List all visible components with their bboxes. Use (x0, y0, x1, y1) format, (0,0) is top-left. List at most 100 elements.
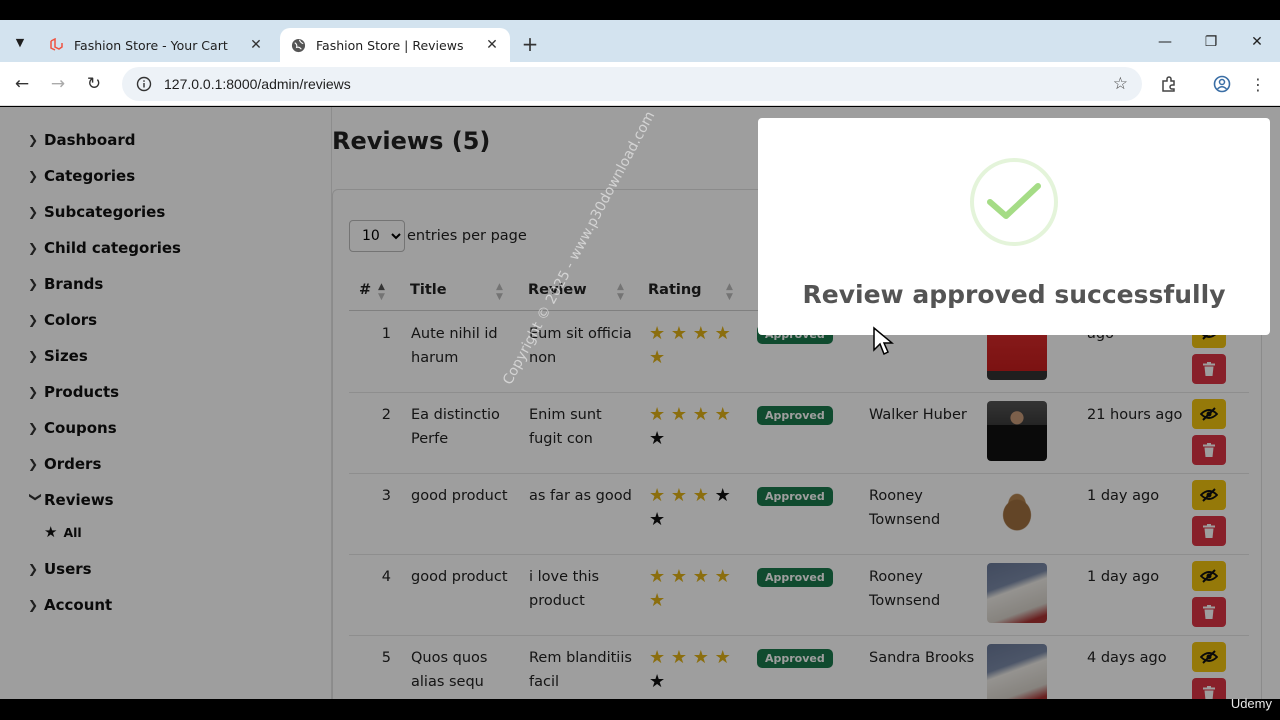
sidebar-item-sizes[interactable]: ❯ Sizes (28, 344, 88, 368)
sidebar-item-users[interactable]: ❯ Users (28, 557, 92, 581)
star-icon: ★ (714, 485, 731, 506)
entries-label: entries per page (407, 228, 527, 244)
menu-kebab-icon[interactable]: ⋮ (1246, 72, 1270, 96)
star-icon: ★ (714, 404, 731, 425)
tab-cart[interactable]: Fashion Store - Your Cart ✕ (38, 28, 274, 62)
product-thumbnail (987, 482, 1047, 542)
back-icon[interactable]: ← (10, 72, 34, 96)
sidebar-sub-all-reviews[interactable]: ★ All (44, 522, 82, 542)
sidebar-item-brands[interactable]: ❯ Brands (28, 272, 103, 296)
star-icon: ★ (649, 404, 666, 425)
col-header-num[interactable]: # (359, 278, 371, 302)
trash-icon (1203, 524, 1215, 538)
forward-icon[interactable]: → (46, 72, 70, 96)
product-thumbnail (987, 401, 1047, 461)
url-text: 127.0.0.1:8000/admin/reviews (164, 76, 351, 92)
col-header-rating[interactable]: Rating (648, 278, 702, 302)
row-number: 1 (381, 326, 391, 342)
star-icon: ★ (649, 428, 666, 449)
entries-per-page-select[interactable]: 10 (349, 220, 405, 252)
sidebar-item-products[interactable]: ❯ Products (28, 380, 119, 404)
chevron-down-icon: ❯ (29, 492, 43, 503)
sidebar-item-categories[interactable]: ❯ Categories (28, 164, 135, 188)
tab-close-icon[interactable]: ✕ (248, 37, 264, 53)
hide-review-button[interactable] (1192, 480, 1226, 510)
profile-icon[interactable] (1210, 72, 1234, 96)
table-row: 3 good product as far as good ★ ★ ★ ★ ★ Appr… (349, 474, 1249, 555)
review-text: Eum sit officia non (529, 326, 632, 366)
close-window-icon[interactable]: ✕ (1242, 30, 1272, 54)
star-icon: ★ (649, 509, 666, 530)
tab-reviews[interactable]: Fashion Store | Reviews ✕ (280, 28, 510, 62)
delete-review-button[interactable] (1192, 354, 1226, 384)
sidebar-item-colors[interactable]: ❯ Colors (28, 308, 97, 332)
sort-icon: ▼ (496, 292, 503, 302)
minimize-icon[interactable]: — (1150, 30, 1180, 54)
review-date: 21 hours ago (1087, 407, 1183, 423)
restore-icon[interactable]: ❐ (1196, 30, 1226, 54)
star-icon: ★ (670, 647, 688, 668)
product-thumbnail (987, 644, 1047, 699)
star-icon: ★ (670, 566, 688, 587)
success-dialog: Review approved successfully (758, 118, 1270, 335)
laravel-icon (48, 37, 64, 53)
review-title: Ea distinctio Perfe (411, 407, 500, 447)
trash-icon (1203, 362, 1215, 376)
eye-slash-icon (1200, 407, 1218, 421)
tab-close-icon[interactable]: ✕ (484, 37, 500, 53)
hide-review-button[interactable] (1192, 642, 1226, 672)
hide-review-button[interactable] (1192, 399, 1226, 429)
reload-icon[interactable]: ↻ (82, 72, 106, 96)
sidebar-item-dashboard[interactable]: ❯ Dashboard (28, 128, 135, 152)
sort-icon: ▼ (617, 292, 624, 302)
sidebar-item-subcategories[interactable]: ❯ Subcategories (28, 200, 165, 224)
site-info-icon[interactable] (134, 74, 154, 94)
review-title: Aute nihil id harum (411, 326, 498, 366)
sidebar-item-coupons[interactable]: ❯ Coupons (28, 416, 117, 440)
new-tab-icon[interactable]: + (518, 32, 542, 56)
chevron-right-icon: ❯ (28, 277, 39, 291)
hide-review-button[interactable] (1192, 561, 1226, 591)
sidebar-item-child-categories[interactable]: ❯ Child categories (28, 236, 181, 260)
rating-stars: ★ ★ ★ ★ ★ (649, 484, 744, 532)
rating-stars: ★ ★ ★ ★ ★ (649, 646, 744, 694)
trash-icon (1203, 686, 1215, 699)
rating-stars: ★ ★ ★ ★ ★ (649, 403, 744, 451)
sort-desc-icon: ▼ (378, 292, 385, 302)
delete-review-button[interactable] (1192, 597, 1226, 627)
delete-review-button[interactable] (1192, 435, 1226, 465)
review-date: 1 day ago (1087, 569, 1160, 585)
delete-review-button[interactable] (1192, 516, 1226, 546)
star-icon: ★ (44, 523, 58, 541)
trash-icon (1203, 443, 1215, 457)
address-bar[interactable]: 127.0.0.1:8000/admin/reviews ☆ (122, 67, 1142, 101)
sidebar-item-account[interactable]: ❯ Account (28, 593, 112, 617)
product-thumbnail (987, 563, 1047, 623)
star-icon: ★ (649, 566, 666, 587)
star-icon: ★ (670, 485, 688, 506)
row-number: 4 (381, 569, 391, 585)
chevron-right-icon: ❯ (28, 169, 39, 183)
page-title: Reviews (5) (332, 127, 491, 155)
reviewer-name: Rooney Townsend (869, 488, 941, 528)
screen-top-bar (0, 0, 1280, 20)
chevron-right-icon: ❯ (28, 241, 39, 255)
bookmark-star-icon[interactable]: ☆ (1113, 74, 1128, 94)
review-title: good product (411, 488, 508, 504)
udemy-logo: Udemy (1230, 696, 1272, 711)
star-icon: ★ (692, 647, 709, 668)
eye-slash-icon (1200, 488, 1218, 502)
tab-search-button[interactable]: ▼ (8, 30, 32, 54)
col-header-title[interactable]: Title (410, 278, 447, 302)
sidebar-item-reviews[interactable]: ❯ Reviews (28, 488, 114, 512)
chevron-right-icon: ❯ (28, 205, 39, 219)
extensions-icon[interactable] (1157, 72, 1181, 96)
sidebar-item-orders[interactable]: ❯ Orders (28, 452, 101, 476)
delete-review-button[interactable] (1192, 678, 1226, 699)
star-icon: ★ (649, 647, 666, 668)
review-title: good product (411, 569, 508, 585)
globe-icon (290, 37, 306, 53)
star-icon: ★ (692, 323, 709, 344)
star-icon: ★ (692, 485, 709, 506)
row-number: 2 (381, 407, 391, 423)
